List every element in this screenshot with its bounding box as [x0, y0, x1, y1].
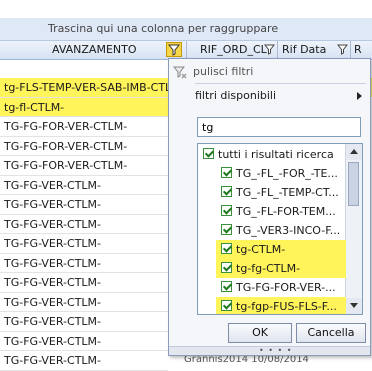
table-row[interactable]: TG-FG-VER-CTLM-	[0, 176, 168, 195]
filter-icon[interactable]	[166, 42, 182, 57]
available-filters-item[interactable]: filtri disponibili	[195, 87, 276, 105]
column-header-rif-data[interactable]: Rif Data	[278, 41, 351, 59]
available-filters-label: filtri disponibili	[195, 89, 277, 102]
table-row[interactable]: TG-FG-FOR-VER-CTLM-	[0, 117, 168, 137]
filter-list-item[interactable]: tg-CTLM-	[216, 240, 346, 259]
filter-list-item[interactable]: tg-fgp-FUS-FLS-F...	[216, 297, 346, 314]
table-row[interactable]: TG-FG-VER-CTLM-	[0, 273, 168, 293]
filter-list-item[interactable]: TG_-VER3-INCO-F...	[216, 221, 346, 240]
filter-values-list[interactable]: tutti i risultati ricerca TG_-FL_-FOR_-TE…	[197, 143, 363, 315]
table-row[interactable]: TG-FG-VER-CTLM-	[0, 195, 168, 215]
filter-icon[interactable]	[337, 43, 348, 55]
menu-separator	[195, 83, 366, 84]
checkbox-checked-icon[interactable]	[221, 224, 232, 235]
checkbox-checked-icon[interactable]	[221, 186, 232, 197]
clear-filters-item[interactable]: pulisci filtri	[172, 63, 254, 81]
filter-list-item[interactable]: tg-fg-CTLM-	[216, 259, 346, 278]
clear-filter-icon	[172, 66, 187, 79]
checkbox-checked-icon[interactable]	[221, 167, 232, 178]
column-header-rif-ord[interactable]: RIF_ORD_CL	[187, 41, 278, 59]
resize-grip-dots: • • • •	[259, 346, 293, 355]
scroll-up-icon[interactable]	[346, 144, 362, 160]
table-row[interactable]: TG-FG-VER-CTLM-	[0, 332, 168, 351]
table-row[interactable]: TG-FG-VER-CTLM-	[0, 293, 168, 312]
checkbox-checked-icon[interactable]	[221, 205, 232, 216]
resize-grip[interactable]: • • • •	[169, 346, 370, 355]
filter-list-item[interactable]: TG_-FL_-TEMP-CT...	[216, 183, 346, 202]
filter-list-item-label: TG_-FL_-TEMP-CT...	[236, 186, 339, 199]
filter-popup: pulisci filtri filtri disponibili tutti …	[168, 58, 371, 356]
column-title-last: R	[354, 43, 362, 56]
clear-filters-label: pulisci filtri	[193, 65, 254, 78]
checkbox-checked-icon[interactable]	[221, 262, 232, 273]
filter-list-item-label: TG-FG-FOR-VER-...	[236, 281, 336, 294]
grid-rows: tg-FLS-TEMP-VER-SAB-IMB-CTLM tg-fl-CTLM- T…	[0, 78, 168, 371]
scroll-down-icon[interactable]	[346, 298, 362, 314]
filter-list-item[interactable]: TG_-FL-FOR-TEM...	[216, 202, 346, 221]
table-row[interactable]: tg-FLS-TEMP-VER-SAB-IMB-CTLM	[0, 78, 168, 98]
group-by-hint: Trascina qui una colonna per raggruppare	[48, 22, 279, 35]
ok-button[interactable]: OK	[228, 323, 292, 343]
table-row[interactable]: tg-fl-CTLM-	[0, 97, 168, 117]
table-row[interactable]: TG-FG-VER-CTLM-	[0, 215, 168, 234]
column-title-rif-data: Rif Data	[282, 43, 327, 56]
cancel-button[interactable]: Cancella	[296, 323, 366, 343]
scrollbar-thumb[interactable]	[348, 162, 359, 206]
filter-list-item-label: tg-fg-CTLM-	[236, 262, 301, 275]
checkbox-checked-icon[interactable]	[203, 148, 214, 159]
table-row[interactable]: TG-FG-FOR-VER-CTLM-	[0, 137, 168, 156]
filter-list-item-label: TG_-FL_-FOR_-TE...	[236, 167, 338, 180]
table-row[interactable]: TG-FG-VER-CTLM-	[0, 234, 168, 254]
filter-list-item-label: tg-fgp-FUS-FLS-F...	[236, 300, 337, 313]
filter-list-item-label: TG_-VER3-INCO-F...	[236, 224, 341, 237]
column-title-rif-ord: RIF_ORD_CL	[200, 43, 267, 56]
table-row[interactable]: TG-FG-VER-CTLM-	[0, 254, 168, 273]
checkbox-checked-icon[interactable]	[221, 243, 232, 254]
filter-icon[interactable]	[264, 43, 275, 55]
filter-list-item-label: TG_-FL-FOR-TEM...	[236, 205, 336, 218]
filter-list-item-label: tutti i risultati ricerca	[218, 148, 334, 161]
arrow-right-icon	[357, 92, 362, 100]
table-row[interactable]: TG-FG-FOR-VER-CTLM-	[0, 156, 168, 176]
filter-list-item[interactable]: tutti i risultati ricerca	[198, 145, 346, 164]
column-header-last[interactable]: R	[351, 41, 372, 59]
table-row[interactable]: TG-FG-VER-CTLM-	[0, 351, 168, 371]
filter-search-input[interactable]	[197, 117, 361, 137]
checkbox-checked-icon[interactable]	[221, 300, 232, 311]
filter-list-item[interactable]: TG-FG-FOR-VER-...	[216, 278, 346, 297]
column-header-avanzamento[interactable]: AVANZAMENTO	[0, 41, 187, 59]
table-row[interactable]: TG-FG-VER-CTLM-	[0, 312, 168, 332]
filter-list-item-label: tg-CTLM-	[236, 243, 286, 256]
checkbox-checked-icon[interactable]	[221, 281, 232, 292]
column-title-avanzamento: AVANZAMENTO	[52, 43, 137, 56]
group-by-panel[interactable]: Trascina qui una colonna per raggruppare	[0, 18, 372, 41]
list-scrollbar[interactable]	[345, 144, 362, 314]
filter-list-item[interactable]: TG_-FL_-FOR_-TE...	[216, 164, 346, 183]
